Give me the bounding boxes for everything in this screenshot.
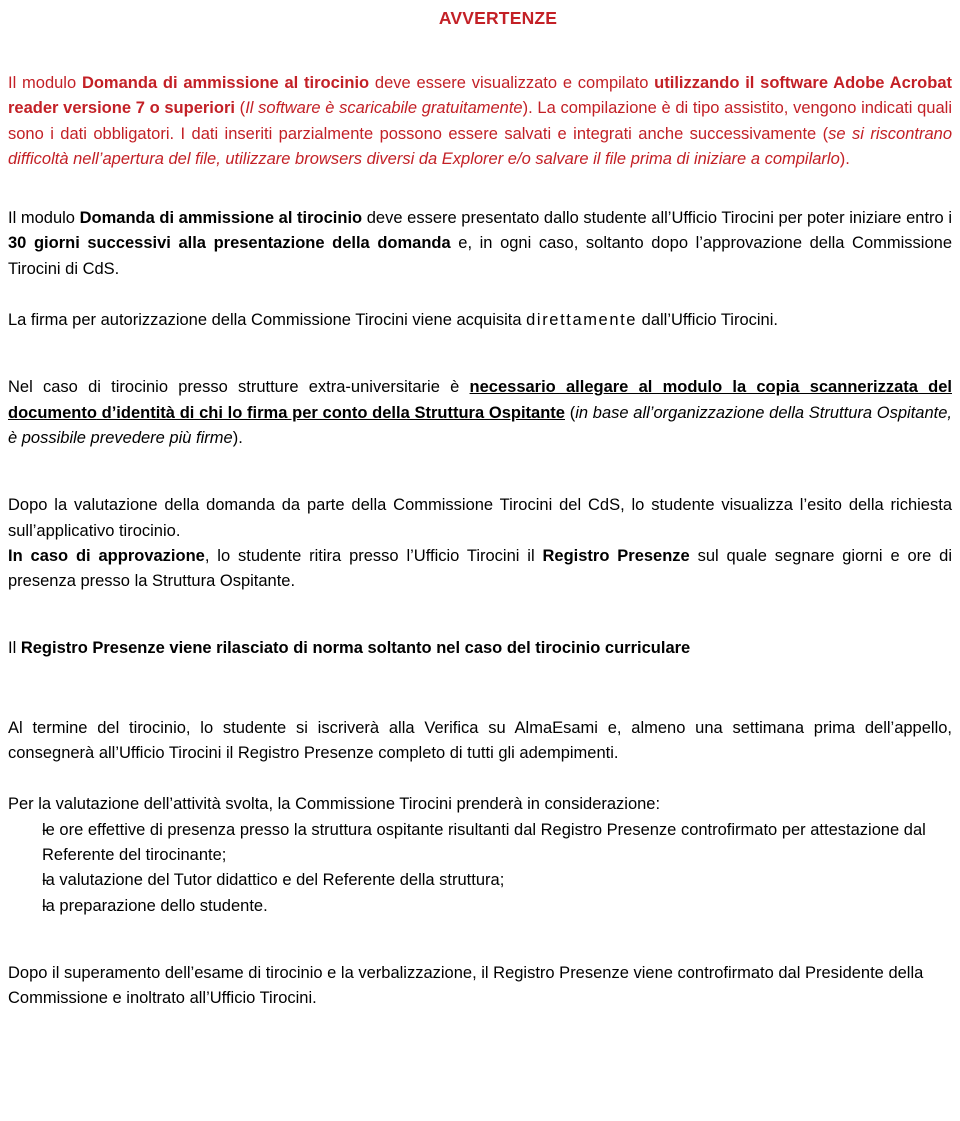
text-run-italic: Il software è scaricabile gratuitamente	[245, 99, 523, 118]
list-item-label: le ore effettive di presenza presso la s…	[42, 820, 926, 864]
paragraph-end-of-internship: Al termine del tirocinio, lo studente si…	[8, 716, 952, 767]
text-run: La firma per autorizzazione della Commis…	[8, 311, 527, 330]
text-run: (	[564, 403, 576, 422]
page-title: AVVERTENZE	[438, 8, 558, 28]
paragraph-warning-red: Il modulo Domanda di ammissione al tiroc…	[8, 71, 952, 172]
text-run: ).	[839, 149, 850, 168]
list-item: - le ore effettive di presenza presso la…	[8, 818, 952, 869]
paragraph-approval: In caso di approvazione, lo studente rit…	[8, 544, 952, 595]
list-item-label: la valutazione del Tutor didattico e del…	[42, 871, 505, 890]
text-run: deve essere visualizzato e compilato	[369, 74, 655, 92]
text-run-bold: Registro Presenze	[542, 546, 690, 565]
paragraph-evaluation: Dopo la valutazione della domanda da par…	[8, 493, 952, 544]
text-run: Al termine del tirocinio, lo studente si…	[8, 718, 952, 763]
bullet-dash-icon: -	[42, 820, 48, 839]
text-run-bold: Registro Presenze viene rilasciato di no…	[20, 639, 691, 658]
text-run-bold-underline: d’identità di chi lo firma per conto del…	[96, 403, 565, 422]
list-item: - la preparazione dello studente.	[8, 894, 952, 919]
text-run: (	[234, 99, 246, 118]
text-run: Nel caso di tirocinio presso strutture e…	[8, 378, 470, 397]
text-run: Dopo il superamento dell’esame di tiroci…	[8, 963, 924, 1008]
criteria-list: - le ore effettive di presenza presso la…	[8, 818, 952, 919]
paragraph-signature: La firma per autorizzazione della Commis…	[8, 308, 952, 333]
text-run-bold: Domanda di ammissione al tirocinio	[79, 209, 363, 228]
paragraph-extra-university: Nel caso di tirocinio presso strutture e…	[8, 375, 952, 451]
paragraph-submission: Il modulo Domanda di ammissione al tiroc…	[8, 206, 952, 282]
text-run-bold: 30 giorni successivi alla presentazione …	[8, 234, 451, 253]
paragraph-closing: Dopo il superamento dell’esame di tiroci…	[8, 961, 952, 1012]
text-run: Dopo la valutazione della domanda da par…	[8, 496, 952, 540]
text-run: Per la valutazione dell’attività svolta,…	[8, 795, 661, 814]
text-run: Il modulo	[8, 74, 82, 92]
paragraph-criteria-intro: Per la valutazione dell’attività svolta,…	[8, 792, 952, 817]
document-page: AVVERTENZE Il modulo Domanda di ammissio…	[0, 8, 960, 1121]
text-run: dall’Ufficio Tirocini.	[637, 311, 778, 330]
text-run: Il	[8, 639, 21, 658]
list-item: - la valutazione del Tutor didattico e d…	[8, 868, 952, 893]
text-run-tracked: direttamente	[526, 311, 638, 330]
list-item-label: la preparazione dello studente.	[42, 896, 268, 915]
text-run: , lo studente ritira presso l’Ufficio Ti…	[204, 546, 543, 565]
text-run: Il modulo	[8, 209, 80, 228]
paragraph-registro-note: Il Registro Presenze viene rilasciato di…	[8, 636, 952, 661]
bullet-dash-icon: -	[42, 871, 48, 890]
text-run: deve essere presentato dallo studente al…	[362, 209, 952, 228]
bullet-dash-icon: -	[42, 896, 48, 915]
text-run: ).	[232, 428, 243, 447]
text-run-bold: Domanda di ammissione al tirocinio	[81, 74, 370, 92]
text-run-bold: In caso di approvazione	[8, 546, 205, 565]
